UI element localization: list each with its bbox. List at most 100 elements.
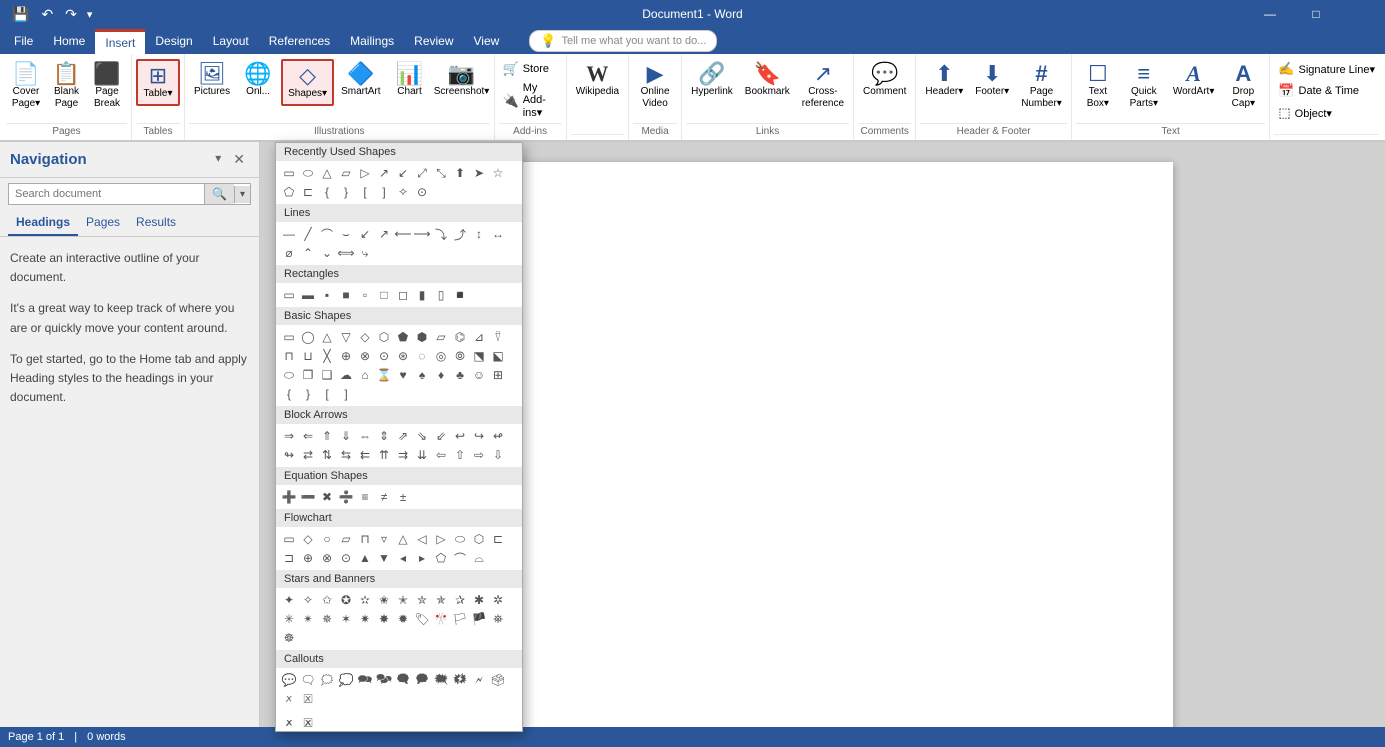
shape-item[interactable]: 🗲 xyxy=(470,671,488,689)
navigation-menu-icon[interactable]: ▾ xyxy=(211,150,225,169)
shape-item[interactable]: ⇑ xyxy=(318,427,336,445)
shape-item[interactable]: 🗶 xyxy=(280,714,298,732)
shape-item[interactable]: 🗴 xyxy=(280,690,298,708)
shape-item[interactable]: ✧ xyxy=(394,183,412,201)
shape-item[interactable]: 🗬 xyxy=(394,671,412,689)
shape-item[interactable]: ⬠ xyxy=(280,183,298,201)
shape-item[interactable]: ⌒ xyxy=(318,225,336,243)
shape-item[interactable]: ✪ xyxy=(337,591,355,609)
shape-item[interactable]: ↪ xyxy=(470,427,488,445)
shape-item[interactable]: ⟶ xyxy=(413,225,431,243)
shape-item[interactable]: ✲ xyxy=(489,591,507,609)
pictures-button[interactable]: 🖼 Pictures xyxy=(189,59,235,102)
shape-item[interactable]: ◎ xyxy=(432,347,450,365)
shape-item[interactable]: 🗵 xyxy=(299,690,317,708)
shape-item[interactable]: ⇘ xyxy=(413,427,431,445)
shape-item[interactable]: 🗱 xyxy=(451,671,469,689)
menu-home[interactable]: Home xyxy=(43,30,95,52)
shape-item[interactable]: ╱ xyxy=(299,225,317,243)
wordart-button[interactable]: A WordArt▾ xyxy=(1168,59,1220,121)
shape-item[interactable]: ⇅ xyxy=(318,446,336,464)
shape-item[interactable]: ] xyxy=(375,183,393,201)
screenshot-button[interactable]: 📷 Screenshot▾ xyxy=(434,59,490,102)
shape-item[interactable]: ⇕ xyxy=(375,427,393,445)
shape-item[interactable]: ▷ xyxy=(432,530,450,548)
shape-item[interactable]: ▸ xyxy=(413,549,431,567)
menu-design[interactable]: Design xyxy=(145,30,202,52)
shape-item[interactable]: 🗨 xyxy=(299,671,317,689)
shape-item[interactable]: ✱ xyxy=(470,591,488,609)
shape-item[interactable]: 🏳 xyxy=(451,610,469,628)
shape-item[interactable]: ⍢ xyxy=(489,328,507,346)
shape-item[interactable]: ⇇ xyxy=(356,446,374,464)
shape-item[interactable]: ➕ xyxy=(280,488,298,506)
shape-item[interactable]: ⤴ xyxy=(451,225,469,243)
cross-reference-button[interactable]: ↗ Cross-reference xyxy=(797,59,849,121)
shape-item[interactable]: ↔ xyxy=(489,225,507,243)
shape-item[interactable]: 💬 xyxy=(280,671,298,689)
shapes-button[interactable]: ◇ Shapes▾ xyxy=(281,59,334,106)
shape-item[interactable]: ⬢ xyxy=(413,328,431,346)
shape-item[interactable]: ⬟ xyxy=(394,328,412,346)
shape-item[interactable]: [ xyxy=(356,183,374,201)
shape-item[interactable]: ⊞ xyxy=(489,366,507,384)
shape-item[interactable]: ◂ xyxy=(394,549,412,567)
shape-item[interactable]: ◯ xyxy=(299,328,317,346)
cover-page-button[interactable]: 📄 CoverPage▾ xyxy=(6,59,46,114)
shape-item[interactable]: ✰ xyxy=(451,591,469,609)
page-number-button[interactable]: # PageNumber▾ xyxy=(1016,59,1067,121)
search-input[interactable] xyxy=(9,184,204,204)
shape-item[interactable]: ✴ xyxy=(299,610,317,628)
wikipedia-button[interactable]: W Wikipedia xyxy=(571,59,624,132)
shape-item[interactable]: ◻ xyxy=(394,286,412,304)
shape-item[interactable]: ⊏ xyxy=(489,530,507,548)
shape-item[interactable]: ♦ xyxy=(432,366,450,384)
shape-item[interactable]: ○ xyxy=(318,530,336,548)
shape-item[interactable]: ♣ xyxy=(451,366,469,384)
shape-item[interactable]: ⤵ xyxy=(432,225,450,243)
shape-item[interactable]: ♥ xyxy=(394,366,412,384)
navigation-close-icon[interactable]: ✕ xyxy=(229,150,249,169)
shape-item[interactable]: ▷ xyxy=(356,164,374,182)
menu-layout[interactable]: Layout xyxy=(203,30,259,52)
shape-item[interactable]: ⊕ xyxy=(299,549,317,567)
undo-icon[interactable]: ↶ xyxy=(37,4,57,25)
shape-item[interactable]: ⊓ xyxy=(356,530,374,548)
shape-item[interactable]: 🗪 xyxy=(356,671,374,689)
shape-item[interactable]: ✧ xyxy=(299,591,317,609)
shape-item[interactable]: ▭ xyxy=(280,530,298,548)
shape-item[interactable]: ▭ xyxy=(280,286,298,304)
shape-item[interactable]: ✹ xyxy=(394,610,412,628)
shape-item[interactable]: △ xyxy=(318,328,336,346)
shape-item[interactable]: ▮ xyxy=(413,286,431,304)
shape-item[interactable]: 🗭 xyxy=(413,671,431,689)
shape-item[interactable]: ↩ xyxy=(451,427,469,445)
shape-item[interactable]: ◇ xyxy=(299,530,317,548)
tab-pages[interactable]: Pages xyxy=(78,210,128,236)
shape-item[interactable]: ⇔ xyxy=(356,427,374,445)
smartart-button[interactable]: 🔷 SmartArt xyxy=(336,59,385,102)
shape-item[interactable]: 🏷 xyxy=(413,610,431,628)
hyperlink-button[interactable]: 🔗 Hyperlink xyxy=(686,59,738,121)
shape-item[interactable]: ⊗ xyxy=(356,347,374,365)
shape-item[interactable]: ▭ xyxy=(280,328,298,346)
shape-item[interactable]: ↗ xyxy=(375,164,393,182)
shape-item[interactable]: ⌒ xyxy=(451,549,469,567)
shape-item[interactable]: ◾ xyxy=(451,286,469,304)
customize-qat-icon[interactable]: ▾ xyxy=(85,6,95,23)
shape-item[interactable]: △ xyxy=(318,164,336,182)
shape-item[interactable]: ⌄ xyxy=(318,244,336,262)
maximize-button[interactable]: □ xyxy=(1293,0,1339,28)
shape-item[interactable]: ± xyxy=(394,488,412,506)
shape-item[interactable]: ✬ xyxy=(375,591,393,609)
shape-item[interactable]: ▯ xyxy=(432,286,450,304)
shape-item[interactable]: ✫ xyxy=(356,591,374,609)
shape-item[interactable]: ⊏ xyxy=(299,183,317,201)
shape-item[interactable]: ▲ xyxy=(356,549,374,567)
tab-results[interactable]: Results xyxy=(128,210,184,236)
online-pictures-button[interactable]: 🌐 Onl... xyxy=(237,59,279,102)
shape-item[interactable]: ▱ xyxy=(337,164,355,182)
shape-item[interactable]: ⇄ xyxy=(299,446,317,464)
shape-item[interactable]: ⬠ xyxy=(432,549,450,567)
shape-item[interactable]: ⛯ xyxy=(489,610,507,628)
